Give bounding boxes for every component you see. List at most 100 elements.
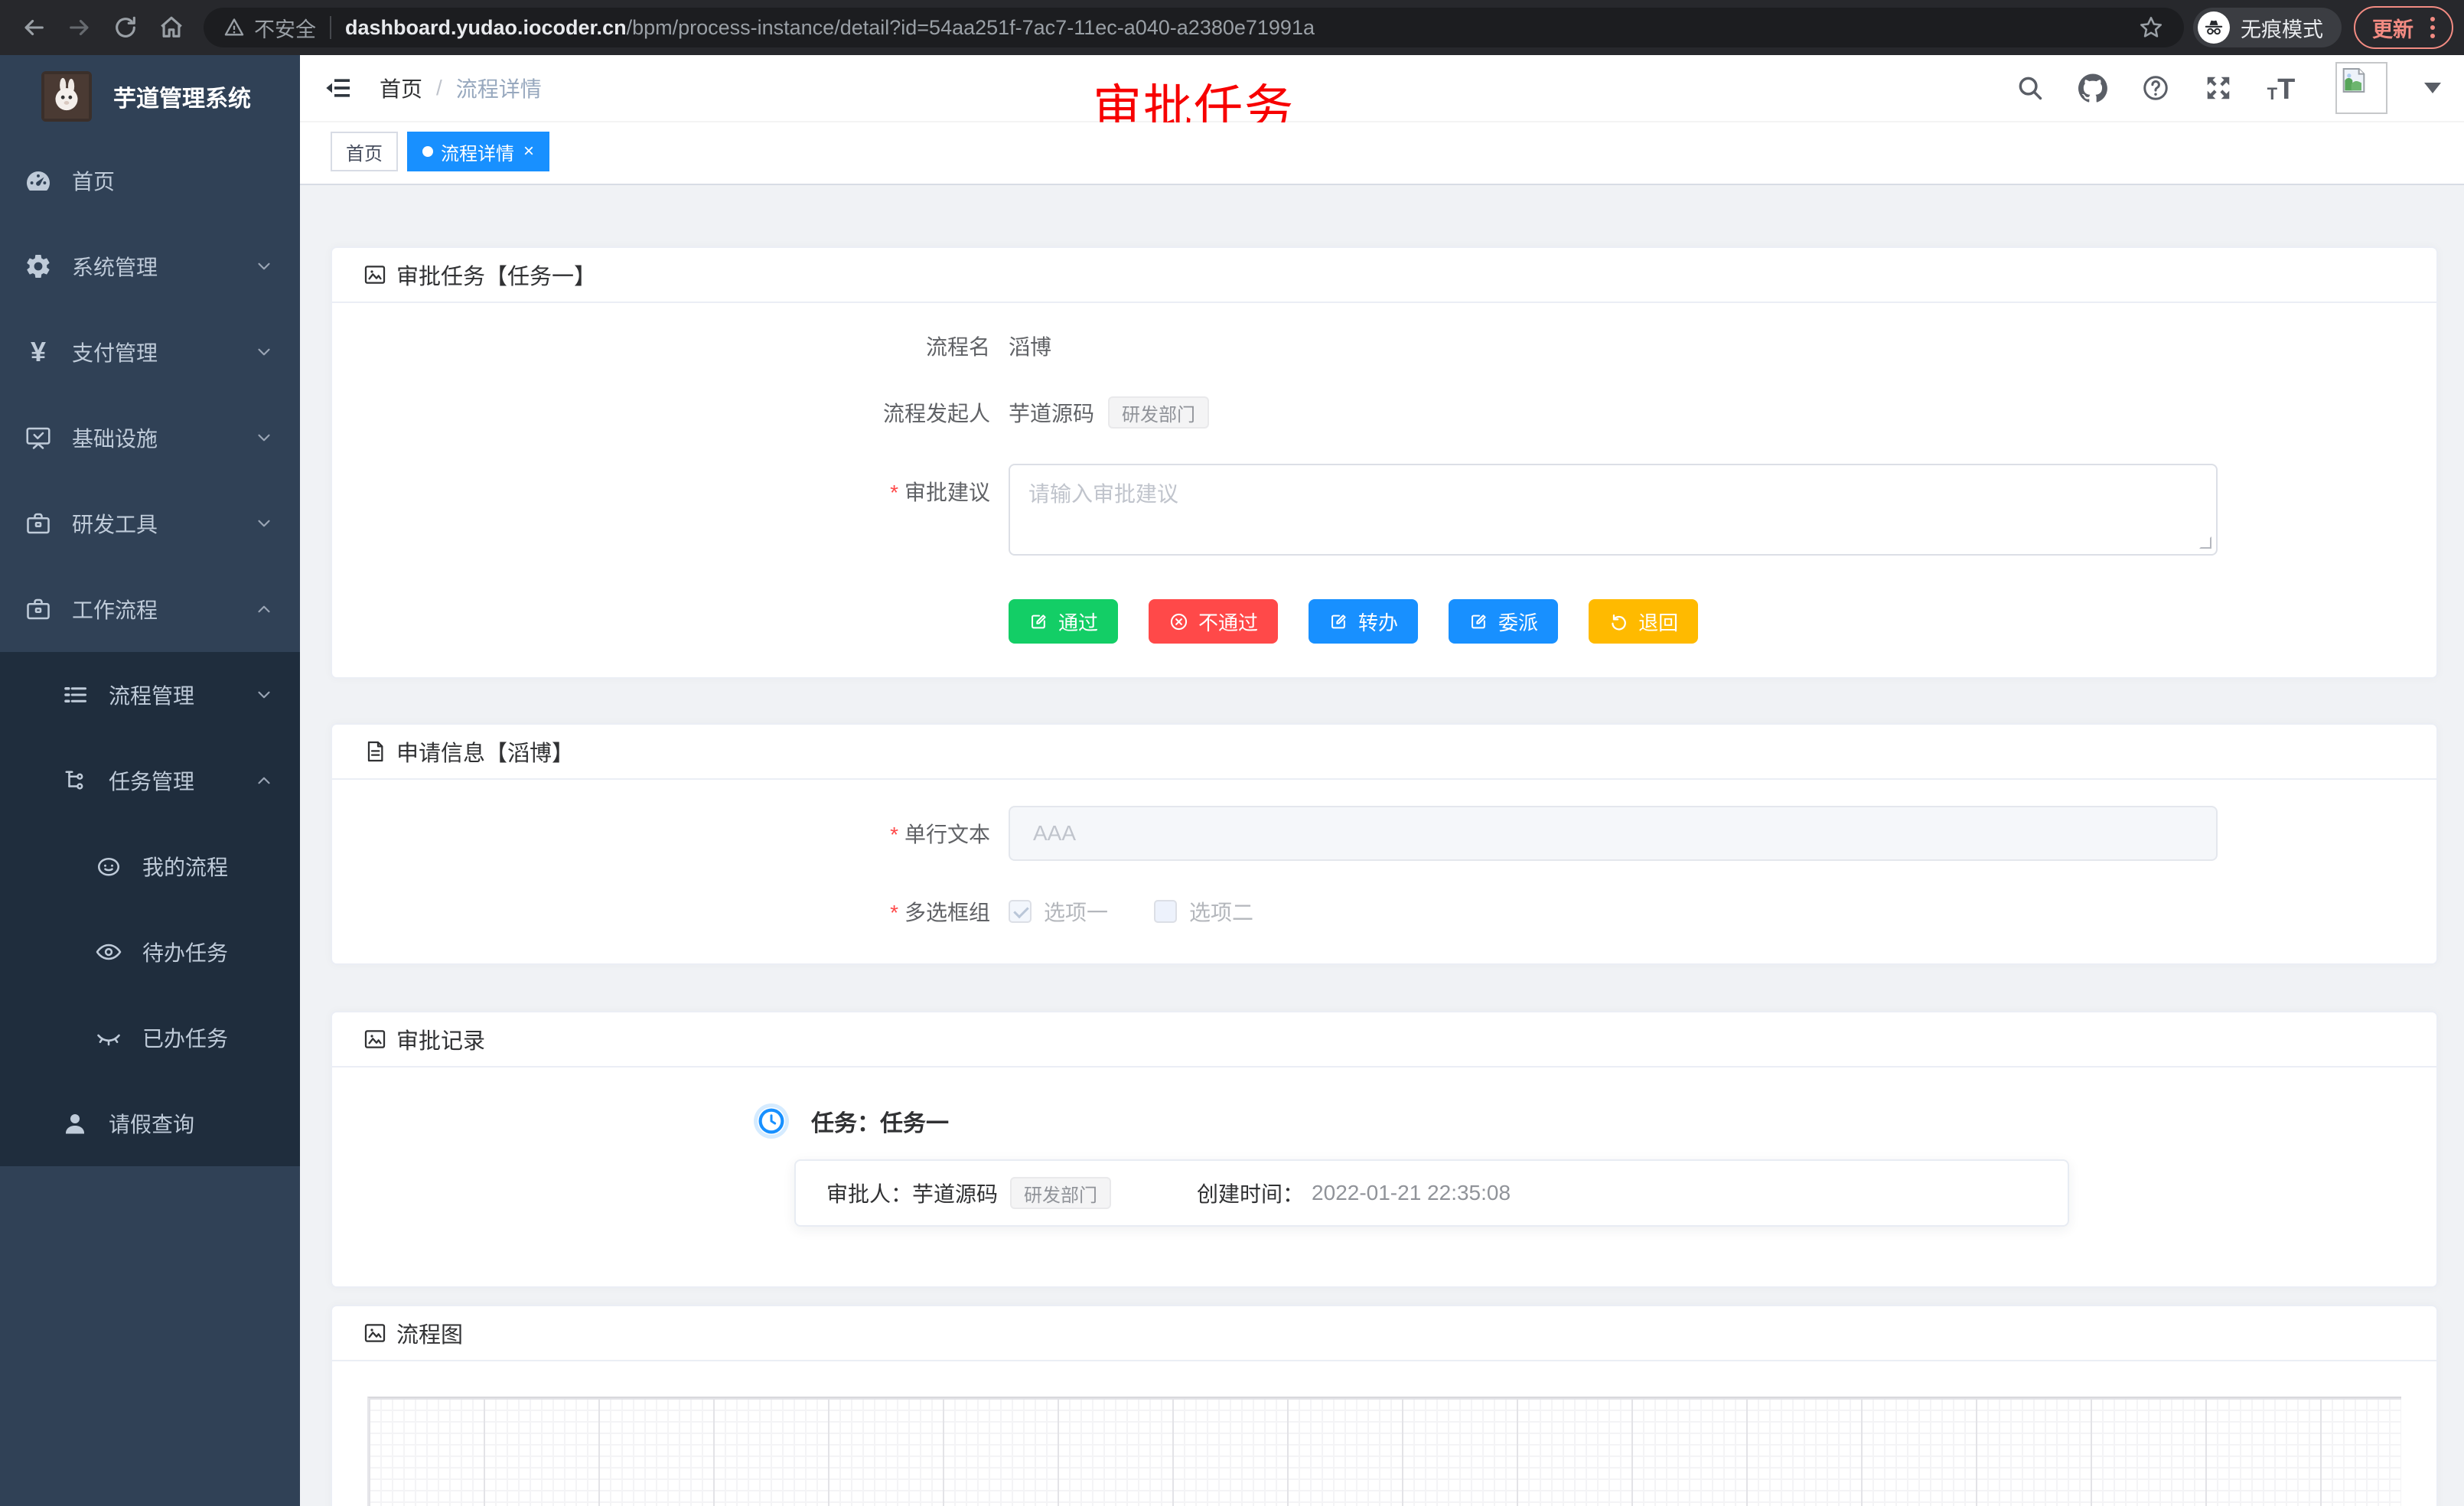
font-size-icon[interactable]: TT xyxy=(2267,73,2296,103)
browser-forward-icon[interactable] xyxy=(65,13,94,42)
card-header: 流程图 xyxy=(332,1306,2436,1361)
security-label[interactable]: 不安全 xyxy=(254,13,316,43)
sidebar-item-infrastructure[interactable]: 基础设施 xyxy=(0,395,300,481)
picture-icon xyxy=(363,1027,387,1051)
task-title: 任务：任务一 xyxy=(811,1104,949,1138)
sidebar-item-todo-tasks[interactable]: 待办任务 xyxy=(0,909,300,995)
dept-tag: 研发部门 xyxy=(1010,1177,1111,1209)
help-icon[interactable] xyxy=(2141,73,2170,103)
breadcrumb-home[interactable]: 首页 xyxy=(380,73,422,103)
tab-home[interactable]: 首页 xyxy=(331,132,398,171)
fullscreen-icon[interactable] xyxy=(2204,73,2233,103)
return-button[interactable]: 退回 xyxy=(1589,599,1698,644)
app-title: 芋道管理系统 xyxy=(113,80,251,113)
edit-icon xyxy=(1328,611,1349,632)
browser-chrome: 不安全 dashboard.yudao.iocoder.cn/bpm/proce… xyxy=(0,0,2464,55)
sidebar-item-system[interactable]: 系统管理 xyxy=(0,223,300,309)
app-logo xyxy=(41,71,92,122)
tags-view: 首页 流程详情 × xyxy=(300,122,2464,185)
eye-icon xyxy=(93,937,124,967)
sidebar-item-process-management[interactable]: 流程管理 xyxy=(0,652,300,738)
browser-menu-icon[interactable] xyxy=(2426,17,2440,38)
tab-label: 首页 xyxy=(346,139,383,165)
initiator-name: 芋道源码 xyxy=(1009,397,1094,428)
dashboard-icon xyxy=(23,165,54,196)
caret-down-icon[interactable] xyxy=(2424,83,2441,93)
card-title: 审批记录 xyxy=(396,1023,485,1055)
sidebar-item-label: 任务管理 xyxy=(109,765,194,796)
bpmn-canvas[interactable] xyxy=(367,1397,2401,1506)
chevron-down-icon xyxy=(254,685,274,705)
logo-row[interactable]: 芋道管理系统 xyxy=(0,55,300,138)
user-icon xyxy=(60,1108,90,1139)
sidebar-item-leave-query[interactable]: 请假查询 xyxy=(0,1081,300,1166)
sidebar-item-task-management[interactable]: 任务管理 xyxy=(0,738,300,823)
card-body: 流程名 滔博 流程发起人 芋道源码 研发部门 *审批建议 xyxy=(332,303,2436,677)
sidebar-collapse-icon[interactable] xyxy=(323,73,354,103)
flow-diagram-card: 流程图 xyxy=(331,1305,2438,1506)
sidebar-item-label: 流程管理 xyxy=(109,680,194,710)
sidebar-item-label: 请假查询 xyxy=(109,1108,194,1139)
create-time-label: 创建时间： xyxy=(1197,1178,1304,1208)
tab-process-detail[interactable]: 流程详情 × xyxy=(407,132,549,171)
transfer-button[interactable]: 转办 xyxy=(1309,599,1418,644)
sidebar-item-label: 研发工具 xyxy=(72,508,158,539)
sidebar-item-my-process[interactable]: 我的流程 xyxy=(0,823,300,909)
search-icon[interactable] xyxy=(2016,73,2045,103)
monitor-icon xyxy=(23,422,54,453)
approval-records-card: 审批记录 任务：任务一 审批人： 芋道源码 研发部门 创建时间： xyxy=(331,1011,2438,1288)
browser-back-icon[interactable] xyxy=(19,13,48,42)
bookmark-star-icon[interactable] xyxy=(2138,15,2164,41)
security-warning-icon xyxy=(223,17,245,38)
card-title: 审批任务【任务一】 xyxy=(396,259,596,291)
card-header: 审批记录 xyxy=(332,1012,2436,1068)
avatar[interactable] xyxy=(2335,62,2387,114)
required-mark: * xyxy=(890,823,898,846)
approval-buttons: 通过 不通过 转办 委 xyxy=(1009,599,2406,644)
field-label: 流程名 xyxy=(332,331,1009,361)
sidebar-item-payment[interactable]: ¥ 支付管理 xyxy=(0,309,300,395)
chevron-down-icon xyxy=(254,256,274,276)
chevron-down-icon xyxy=(254,513,274,533)
close-icon[interactable]: × xyxy=(523,142,534,161)
checkbox-group: 选项一 选项二 xyxy=(1009,896,1253,927)
briefcase-icon xyxy=(23,594,54,624)
eye-closed-icon xyxy=(93,1022,124,1053)
delegate-button[interactable]: 委派 xyxy=(1449,599,1558,644)
card-body: *单行文本 *多选框组 选项一 xyxy=(332,780,2436,963)
sidebar-item-workflow[interactable]: 工作流程 xyxy=(0,566,300,652)
field-label: *审批建议 xyxy=(332,464,1009,507)
sidebar-item-label: 待办任务 xyxy=(142,937,228,967)
page-content: 审批任务【任务一】 流程名 滔博 流程发起人 芋道源码 研发部门 xyxy=(300,185,2464,1506)
sidebar-item-devtools[interactable]: 研发工具 xyxy=(0,481,300,566)
sidebar-item-label: 我的流程 xyxy=(142,851,228,882)
active-tab-dot xyxy=(422,146,433,157)
update-button[interactable]: 更新 xyxy=(2354,6,2453,49)
approver-label: 审批人： xyxy=(826,1178,912,1208)
screen: 不安全 dashboard.yudao.iocoder.cn/bpm/proce… xyxy=(0,0,2464,1506)
address-bar[interactable]: 不安全 dashboard.yudao.iocoder.cn/bpm/proce… xyxy=(204,8,2184,47)
browser-home-icon[interactable] xyxy=(157,13,186,42)
browser-reload-icon[interactable] xyxy=(111,13,140,42)
approval-comment-input[interactable] xyxy=(1009,464,2218,556)
sidebar-item-label: 支付管理 xyxy=(72,337,158,367)
approval-task-card: 审批任务【任务一】 流程名 滔博 流程发起人 芋道源码 研发部门 xyxy=(331,246,2438,679)
github-icon[interactable] xyxy=(2078,73,2107,103)
card-header: 审批任务【任务一】 xyxy=(332,248,2436,303)
sidebar-item-label: 首页 xyxy=(72,165,115,196)
sidebar-item-home[interactable]: 首页 xyxy=(0,138,300,223)
navbar-actions: TT xyxy=(2016,62,2441,114)
workflow-submenu: 流程管理 任务管理 我的流程 待办任务 xyxy=(0,652,300,1166)
approve-button[interactable]: 通过 xyxy=(1009,599,1118,644)
undo-icon xyxy=(1608,611,1629,632)
form-row-single-text: *单行文本 xyxy=(332,806,2406,861)
sidebar-item-done-tasks[interactable]: 已办任务 xyxy=(0,995,300,1081)
reject-button[interactable]: 不通过 xyxy=(1149,599,1278,644)
url-text[interactable]: dashboard.yudao.iocoder.cn/bpm/process-i… xyxy=(345,16,1315,40)
form-row-checkbox-group: *多选框组 选项一 选项二 xyxy=(332,896,2406,927)
sidebar: 芋道管理系统 首页 系统管理 ¥ 支付管理 基础设施 xyxy=(0,55,300,1506)
breadcrumb: 首页 / 流程详情 xyxy=(380,73,542,103)
card-title: 申请信息【滔博】 xyxy=(396,735,574,768)
form-row-process-name: 流程名 滔博 xyxy=(332,331,2406,361)
record-card: 审批人： 芋道源码 研发部门 创建时间： 2022-01-21 22:35:08 xyxy=(794,1159,2069,1227)
